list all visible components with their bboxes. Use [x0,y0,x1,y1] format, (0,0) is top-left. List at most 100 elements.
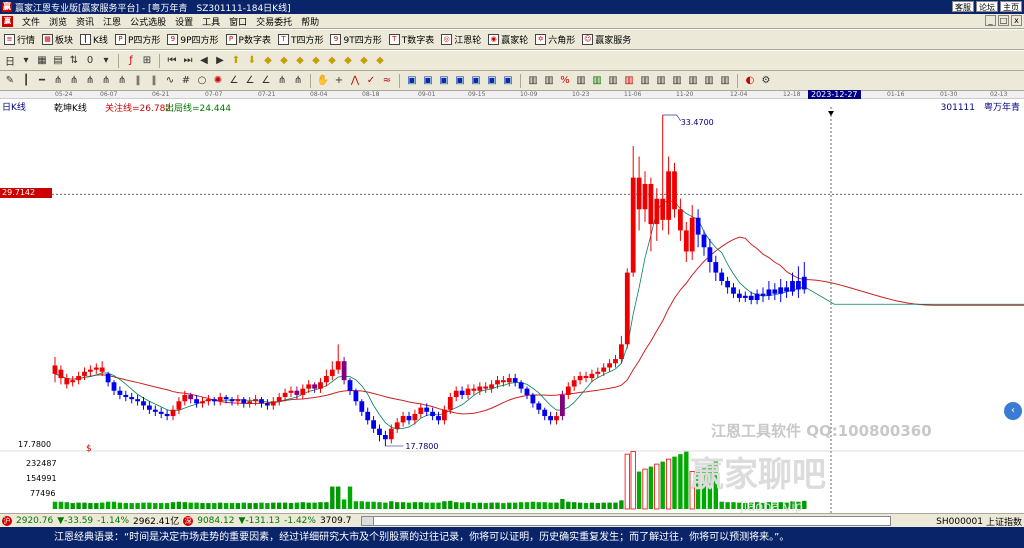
menu-settings[interactable]: 设置 [175,15,193,28]
bars-icon[interactable]: ▥ [622,74,636,88]
fork-icon[interactable]: ⋔ [115,74,129,88]
fork-icon[interactable]: ⋔ [51,74,65,88]
hand-icon[interactable]: ✋ [316,74,330,88]
diamond-icon[interactable]: ◆ [325,54,339,68]
homepage-button[interactable]: 主页 [1000,1,1022,12]
chart-icon[interactable]: ▣ [421,74,435,88]
chart-icon[interactable]: ▣ [453,74,467,88]
bars-icon[interactable]: ▥ [574,74,588,88]
toolbar-t-number-button[interactable]: T T数字表 [388,33,434,46]
chart-icon[interactable]: ▣ [485,74,499,88]
zoom-out-icon[interactable]: ▤ [51,54,65,68]
chart-icon[interactable]: ▣ [469,74,483,88]
value-field[interactable]: 0 [83,54,97,68]
sort-icon[interactable]: ⇅ [67,54,81,68]
grid-icon[interactable]: # [179,74,193,88]
scrollbar-thumb[interactable] [362,516,375,525]
chart-icon[interactable]: ▣ [405,74,419,88]
bars-icon[interactable]: ▥ [638,74,652,88]
bars-icon[interactable]: ▥ [670,74,684,88]
chart-icon[interactable]: ▣ [437,74,451,88]
customer-service-button[interactable]: 客服 [952,1,974,12]
chevron-down-icon[interactable]: ▾ [19,54,33,68]
toolbar-service-button[interactable]: ☺ 赢家服务 [582,33,631,46]
diamond-icon[interactable]: ◆ [341,54,355,68]
crosshair-icon[interactable]: + [332,74,346,88]
diamond-icon[interactable]: ◆ [261,54,275,68]
index-code[interactable]: SH000001 [936,517,983,527]
bars-icon[interactable]: ‖ [147,74,161,88]
bars-icon[interactable]: ▥ [606,74,620,88]
menu-logo-icon[interactable]: 赢 [2,15,13,27]
toolbar-gann-wheel-button[interactable]: ◎ 江恩轮 [441,33,481,46]
hline-icon[interactable]: ━ [35,74,49,88]
minimize-button[interactable]: _ [985,15,996,26]
diamond-icon[interactable]: ◆ [293,54,307,68]
bars-icon[interactable]: ▥ [590,74,604,88]
circle-icon[interactable]: ○ [195,74,209,88]
menu-browse[interactable]: 浏览 [49,15,67,28]
first-page-icon[interactable]: ⏮ [165,54,179,68]
diamond-icon[interactable]: ◆ [373,54,387,68]
menu-news[interactable]: 资讯 [76,15,94,28]
diamond-icon[interactable]: ◆ [277,54,291,68]
period-selector[interactable]: 日 [3,54,17,68]
chevron-left-icon[interactable]: ‹ [1004,402,1022,420]
palette-icon[interactable]: ◐ [743,74,757,88]
formula-icon[interactable]: ƒ [124,54,138,68]
bars-icon[interactable]: ▥ [654,74,668,88]
menu-window[interactable]: 窗口 [229,15,247,28]
close-button[interactable]: x [1011,15,1022,26]
fork-icon[interactable]: ⋔ [275,74,289,88]
menu-file[interactable]: 文件 [22,15,40,28]
bars-icon[interactable]: ▥ [542,74,556,88]
index-name[interactable]: 上证指数 [986,515,1022,527]
menu-formula[interactable]: 公式选股 [130,15,166,28]
toolbar-sector-button[interactable]: ▦ 板块 [42,33,73,46]
menu-help[interactable]: 帮助 [301,15,319,28]
fork-icon[interactable]: ⋔ [99,74,113,88]
bars-icon[interactable]: ▥ [686,74,700,88]
chart-icon[interactable]: ▣ [501,74,515,88]
scale-icon[interactable]: ⊞ [140,54,154,68]
menu-trade[interactable]: 交易委托 [256,15,292,28]
chevron-down-icon[interactable]: ▾ [99,54,113,68]
check-icon[interactable]: ✓ [364,74,378,88]
wave-icon[interactable]: ≈ [380,74,394,88]
toolbar-9t-square-button[interactable]: 9 9T四方形 [330,33,382,46]
toolbar-winner-wheel-button[interactable]: ◉ 赢家轮 [488,33,528,46]
fork-icon[interactable]: ⋔ [83,74,97,88]
toolbar-9p-square-button[interactable]: 9 9P四方形 [167,33,219,46]
pencil-icon[interactable]: ✎ [3,74,17,88]
toolbar-kline-button[interactable]: ┃ K线 [80,33,108,46]
diamond-icon[interactable]: ◆ [309,54,323,68]
kline-chart[interactable]: 33.4700 17.7800 $ [0,99,1024,513]
angle-icon[interactable]: ∠ [243,74,257,88]
bars-icon[interactable]: ▥ [718,74,732,88]
forum-button[interactable]: 论坛 [976,1,998,12]
menu-tools[interactable]: 工具 [202,15,220,28]
zigzag-icon[interactable]: ⋀ [348,74,362,88]
angle-icon[interactable]: ∠ [227,74,241,88]
gann-fan-icon[interactable]: ✺ [211,74,225,88]
toolbar-p-number-button[interactable]: P P数字表 [225,33,271,46]
sine-icon[interactable]: ∿ [163,74,177,88]
arrow-up-icon[interactable]: ⬆ [229,54,243,68]
bars-icon[interactable]: ▥ [526,74,540,88]
grid-icon[interactable]: ▦ [35,54,49,68]
fork-icon[interactable]: ⋔ [291,74,305,88]
restore-button[interactable]: □ [998,15,1009,26]
horizontal-scrollbar[interactable] [361,515,892,526]
toolbar-market-button[interactable]: ≡ 行情 [4,33,35,46]
toolbar-p-square-button[interactable]: P P四方形 [114,33,160,46]
arrow-down-icon[interactable]: ⬇ [245,54,259,68]
bars-icon[interactable]: ‖ [131,74,145,88]
vline-icon[interactable]: ┃ [19,74,33,88]
prev-icon[interactable]: ◀ [197,54,211,68]
toolbar-hexagram-button[interactable]: ✡ 六角形 [535,33,575,46]
fork-icon[interactable]: ⋔ [67,74,81,88]
diamond-icon[interactable]: ◆ [357,54,371,68]
angle-icon[interactable]: ∠ [259,74,273,88]
percent-icon[interactable]: % [558,74,572,88]
toolbar-t-square-button[interactable]: T T四方形 [277,33,323,46]
